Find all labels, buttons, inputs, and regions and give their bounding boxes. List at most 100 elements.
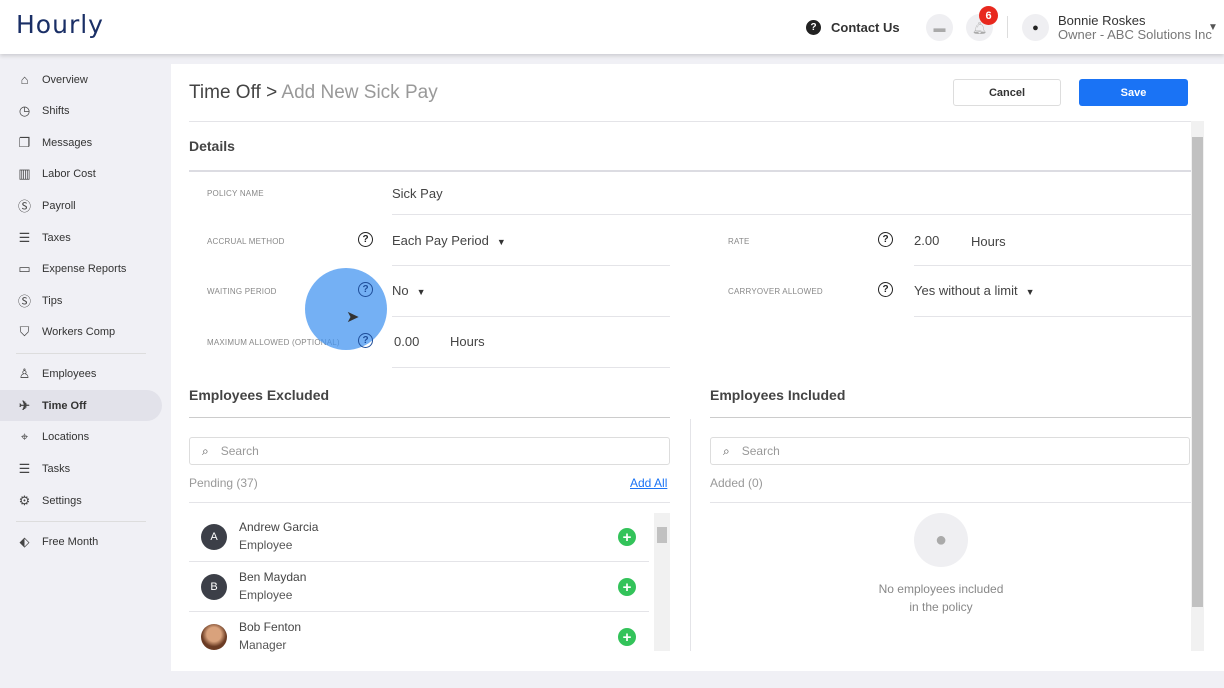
- sidebar-item-tasks[interactable]: ☰ Tasks: [0, 453, 162, 484]
- accrual-method-select[interactable]: Each Pay Period ▼: [392, 233, 506, 248]
- caret-down-icon: ▼: [416, 287, 426, 297]
- add-icon[interactable]: +: [618, 578, 636, 596]
- plane-icon: ✈: [19, 397, 30, 413]
- add-all-link[interactable]: Add All: [630, 476, 667, 490]
- included-search-input[interactable]: ⌕ Search: [710, 437, 1190, 465]
- page-scrollbar[interactable]: [1191, 121, 1204, 651]
- avatar-icon[interactable]: ●: [1022, 14, 1049, 41]
- divider: [1007, 16, 1008, 38]
- employee-role: Manager: [239, 638, 287, 652]
- divider: [392, 265, 670, 266]
- waiting-period-label: WAITING PERIOD: [207, 287, 277, 296]
- cancel-button[interactable]: Cancel: [953, 79, 1061, 106]
- breadcrumb-time-off[interactable]: Time Off >: [189, 82, 277, 103]
- accrual-value: Each Pay Period: [392, 233, 489, 248]
- logo[interactable]: Hourly: [16, 10, 104, 39]
- max-allowed-input[interactable]: 0.00: [394, 334, 419, 349]
- sidebar-item-payroll[interactable]: Ⓢ Payroll: [0, 190, 162, 221]
- sidebar-item-locations[interactable]: ⌖ Locations: [0, 421, 162, 452]
- sidebar: ⌂ Overview ◷ Shifts ❐ Messages ▥ Labor Cost …: [0, 54, 170, 688]
- sidebar-item-expense-reports[interactable]: ▭ Expense Reports: [0, 253, 162, 284]
- pin-icon: ⌖: [20, 428, 29, 444]
- sidebar-item-time-off[interactable]: ✈ Time Off: [0, 390, 162, 421]
- gear-icon: ⚙: [18, 492, 31, 508]
- help-icon[interactable]: ?: [358, 333, 373, 348]
- help-icon[interactable]: ?: [358, 282, 373, 297]
- label: Overview: [42, 73, 88, 86]
- carryover-select[interactable]: Yes without a limit ▼: [914, 283, 1035, 298]
- avatar: A: [201, 524, 227, 550]
- empty-message-line1: No employees included: [878, 582, 1004, 596]
- list-scrollbar[interactable]: [654, 513, 670, 651]
- divider: [914, 316, 1191, 317]
- sidebar-item-labor-cost[interactable]: ▥ Labor Cost: [0, 158, 162, 189]
- label: Employees: [42, 367, 97, 380]
- label: Payroll: [42, 199, 76, 212]
- rate-input[interactable]: 2.00: [914, 233, 939, 248]
- help-icon[interactable]: ?: [878, 282, 893, 297]
- carryover-label: CARRYOVER ALLOWED: [728, 287, 823, 296]
- policy-name-label: POLICY NAME: [207, 189, 264, 198]
- sidebar-item-workers-comp[interactable]: ⛉ Workers Comp: [0, 316, 162, 347]
- add-icon[interactable]: +: [618, 528, 636, 546]
- sidebar-item-employees[interactable]: ♙ Employees: [0, 358, 162, 389]
- sidebar-item-settings[interactable]: ⚙ Settings: [0, 485, 162, 516]
- waiting-period-select[interactable]: No ▼: [392, 283, 426, 298]
- tag-icon: ⬖: [19, 533, 30, 549]
- sidebar-item-free-month[interactable]: ⬖ Free Month: [0, 526, 162, 557]
- clock-icon: ◷: [18, 102, 31, 118]
- folder-icon: ▭: [18, 260, 31, 276]
- list-item: Bob Fenton Manager +: [189, 613, 649, 662]
- label: Free Month: [42, 535, 99, 548]
- list-icon: ☰: [18, 460, 31, 476]
- added-count: Added (0): [710, 476, 763, 490]
- included-heading: Employees Included: [710, 387, 846, 403]
- user-name[interactable]: Bonnie Roskes: [1058, 13, 1145, 28]
- scrollbar-thumb[interactable]: [1192, 137, 1203, 607]
- details-heading: Details: [189, 138, 235, 154]
- divider: [189, 121, 1191, 122]
- empty-person-icon: ●: [914, 513, 968, 567]
- main-panel: Time Off > Add New Sick Pay Cancel Save …: [171, 64, 1224, 671]
- sidebar-item-messages[interactable]: ❐ Messages: [0, 127, 162, 158]
- chevron-down-icon[interactable]: ▼: [1208, 22, 1218, 33]
- max-unit: Hours: [450, 334, 485, 349]
- rate-label: RATE: [728, 237, 750, 246]
- excluded-search-input[interactable]: ⌕ Search: [189, 437, 670, 465]
- empty-message-line2: in the policy: [909, 600, 973, 614]
- employee-role: Employee: [239, 538, 293, 552]
- sidebar-item-taxes[interactable]: ☰ Taxes: [0, 222, 162, 253]
- label: Messages: [42, 136, 93, 149]
- help-icon[interactable]: ?: [358, 232, 373, 247]
- sidebar-item-overview[interactable]: ⌂ Overview: [0, 64, 162, 95]
- contact-us-button[interactable]: ? Contact Us: [796, 12, 910, 42]
- excluded-heading: Employees Excluded: [189, 387, 330, 403]
- divider: [16, 521, 146, 522]
- rate-unit: Hours: [971, 234, 1006, 249]
- caret-down-icon: ▼: [496, 237, 506, 247]
- save-button[interactable]: Save: [1079, 79, 1188, 106]
- employee-role: Employee: [239, 588, 293, 602]
- divider: [16, 353, 146, 354]
- search-icon: ⌕: [723, 443, 730, 458]
- top-bar: Hourly ? Contact Us ▬ 🔔︎ 6 ● Bonnie Roske…: [0, 0, 1224, 54]
- bar-chart-icon: ▥: [18, 165, 31, 181]
- accrual-method-label: ACCRUAL METHOD: [207, 237, 285, 246]
- sidebar-item-shifts[interactable]: ◷ Shifts: [0, 95, 162, 126]
- divider: [914, 265, 1191, 266]
- person-icon: ♙: [18, 365, 31, 381]
- pending-count: Pending (37): [189, 476, 258, 490]
- policy-name-input[interactable]: Sick Pay: [392, 186, 443, 201]
- add-icon[interactable]: +: [618, 628, 636, 646]
- dollar-icon: Ⓢ: [17, 199, 31, 214]
- list-item: B Ben Maydan Employee +: [189, 563, 649, 612]
- page-title: Add New Sick Pay: [277, 82, 438, 103]
- search-icon: ⌕: [202, 443, 209, 458]
- sidebar-item-tips[interactable]: Ⓢ Tips: [0, 285, 162, 316]
- label: Expense Reports: [42, 262, 127, 275]
- label: Time Off: [42, 399, 87, 412]
- messages-icon[interactable]: ▬: [926, 14, 953, 41]
- help-icon[interactable]: ?: [878, 232, 893, 247]
- breadcrumb: Time Off > Add New Sick Pay: [189, 82, 438, 104]
- scrollbar-thumb[interactable]: [657, 527, 667, 543]
